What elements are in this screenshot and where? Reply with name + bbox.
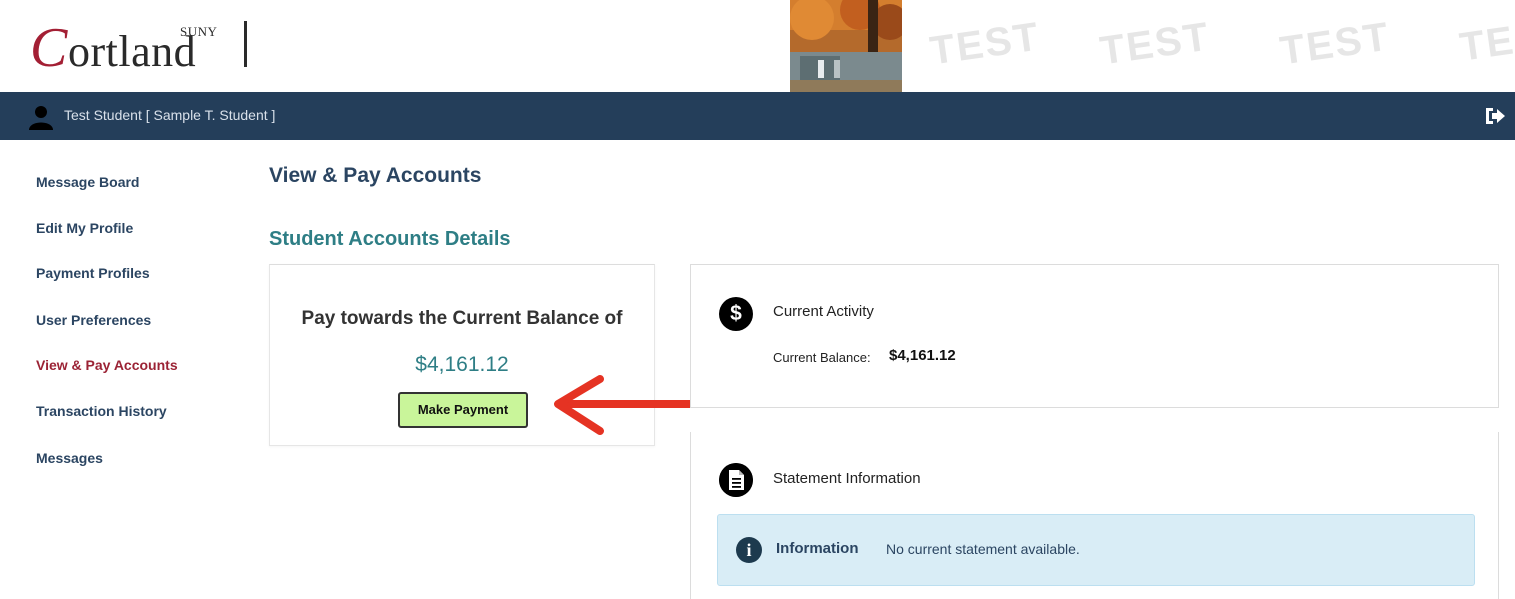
section-title: Student Accounts Details bbox=[269, 228, 511, 250]
dollar-icon: $ bbox=[719, 297, 753, 331]
sidebar-item-edit-my-profile[interactable]: Edit My Profile bbox=[36, 220, 133, 236]
sidebar-item-transaction-history[interactable]: Transaction History bbox=[36, 403, 167, 419]
watermark-text: TEST bbox=[927, 14, 1043, 74]
watermark-text: TEST bbox=[1277, 14, 1393, 74]
logo-letter: C bbox=[30, 17, 68, 79]
current-activity-panel: $ Current Activity Current Balance: $4,1… bbox=[690, 264, 1499, 408]
sidebar-item-payment-profiles[interactable]: Payment Profiles bbox=[36, 265, 150, 281]
sidebar-item-message-board[interactable]: Message Board bbox=[36, 174, 139, 190]
user-bar: Test Student [ Sample T. Student ] bbox=[0, 92, 1515, 140]
pay-label: Pay towards the Current Balance of bbox=[301, 308, 623, 329]
statement-title: Statement Information bbox=[773, 470, 921, 487]
logout-icon[interactable] bbox=[1484, 106, 1506, 126]
sidebar-item-messages[interactable]: Messages bbox=[36, 450, 103, 466]
logo-suny: SUNY bbox=[180, 24, 218, 39]
make-payment-button[interactable]: Make Payment bbox=[398, 392, 528, 428]
watermark-text: TEST bbox=[1097, 14, 1213, 74]
header: C ortland SUNY TEST TEST TEST TE bbox=[0, 0, 1515, 92]
info-icon: i bbox=[736, 537, 762, 563]
campus-photo-image bbox=[790, 0, 902, 92]
watermark-text: TE bbox=[1457, 18, 1515, 70]
campus-photo bbox=[790, 0, 902, 92]
document-icon bbox=[719, 463, 753, 497]
info-text: No current statement available. bbox=[886, 541, 1080, 557]
logo-bar bbox=[244, 21, 247, 67]
page-title: View & Pay Accounts bbox=[269, 164, 482, 187]
info-alert: i Information No current statement avail… bbox=[717, 514, 1475, 586]
info-label: Information bbox=[776, 540, 859, 557]
sidebar-item-view-pay-accounts[interactable]: View & Pay Accounts bbox=[36, 357, 178, 373]
activity-title: Current Activity bbox=[773, 303, 874, 320]
logo-word: ortland bbox=[68, 27, 197, 76]
cortland-logo[interactable]: C ortland SUNY bbox=[30, 17, 247, 79]
user-name[interactable]: Test Student [ Sample T. Student ] bbox=[64, 107, 275, 123]
balance-label: Current Balance: bbox=[773, 350, 871, 365]
statement-panel: Statement Information i Information No c… bbox=[690, 432, 1499, 599]
balance-value: $4,161.12 bbox=[889, 347, 956, 364]
sidebar-item-user-preferences[interactable]: User Preferences bbox=[36, 312, 151, 328]
user-icon bbox=[29, 106, 53, 130]
